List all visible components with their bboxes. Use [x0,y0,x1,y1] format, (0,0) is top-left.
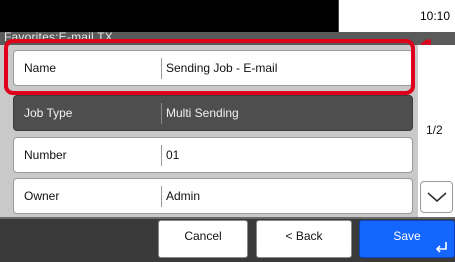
callout-highlight-box [4,39,415,95]
clock: 10:10 [419,9,450,23]
row-label: Number [24,148,67,162]
status-bar: 10:10 [0,0,455,32]
back-button[interactable]: < Back [256,220,352,258]
cancel-label: Cancel [184,229,222,243]
row-label: Owner [24,189,60,203]
row-number[interactable]: Number 01 [13,137,413,173]
row-job-type[interactable]: Job Type Multi Sending [13,95,413,131]
scroll-down-button[interactable] [420,181,453,213]
save-button[interactable]: Save [359,220,455,258]
back-label: < Back [285,229,323,243]
row-value: Admin [166,189,201,203]
row-value: 01 [166,148,180,162]
page-indicator: 1/2 [426,123,443,137]
status-divider [338,0,339,32]
row-separator [161,145,162,166]
screen: 10:10 Favorites:E-mail TX Name Sending J… [0,0,455,262]
row-separator [161,103,162,124]
bottom-bar: Cancel < Back Save [0,217,455,262]
row-separator [161,186,162,207]
bottom-bar-stripe [0,217,455,219]
chevron-down-icon [427,192,447,203]
row-value: Multi Sending [166,106,239,120]
cancel-button[interactable]: Cancel [158,220,248,258]
message-area [0,0,338,32]
row-owner[interactable]: Owner Admin [13,178,413,214]
enter-return-icon [435,242,447,253]
row-label: Job Type [24,106,73,120]
